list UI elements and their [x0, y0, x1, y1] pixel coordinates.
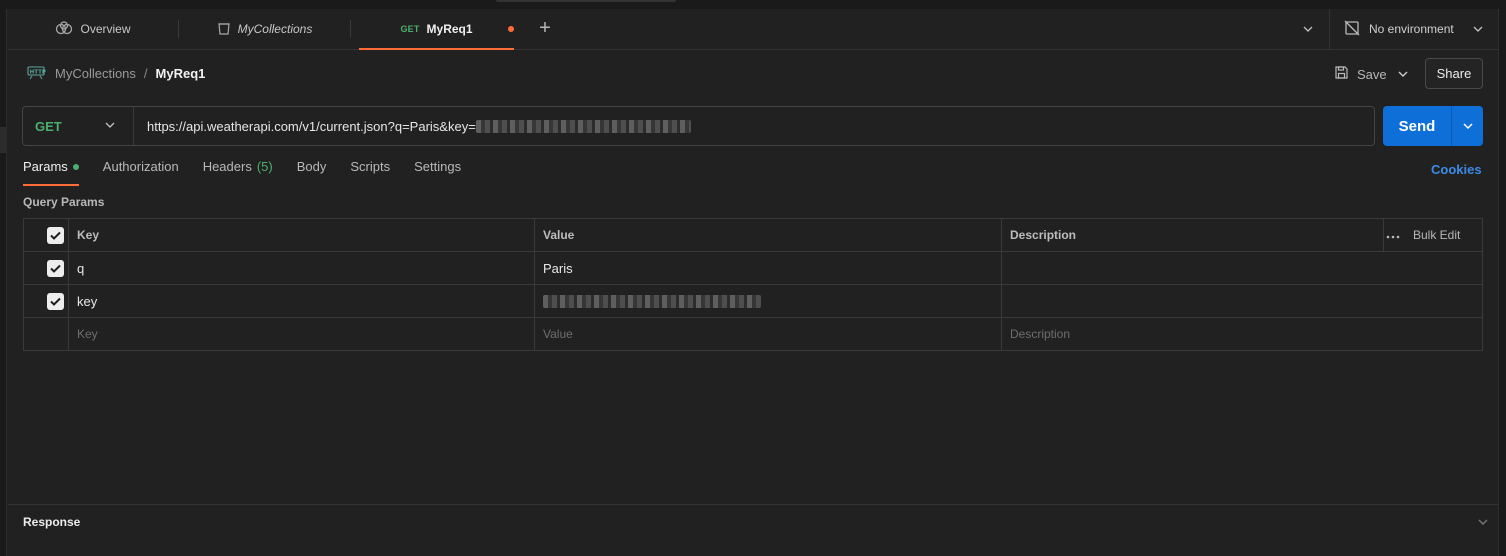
new-tab-plus-icon[interactable]: + — [535, 18, 555, 38]
save-button[interactable]: Save — [1334, 62, 1387, 86]
method-label: GET — [35, 118, 62, 134]
share-button[interactable]: Share — [1425, 58, 1483, 89]
environment-selector[interactable]: No environment — [1344, 9, 1454, 49]
cookies-link[interactable]: Cookies — [1431, 162, 1482, 177]
header-description: Description — [1010, 228, 1077, 242]
param-key[interactable]: key — [68, 285, 534, 317]
param-value[interactable]: Paris — [534, 252, 1001, 284]
tab-mycollections[interactable]: MyCollections — [179, 9, 350, 49]
table-row: key — [24, 285, 1482, 318]
tab-label: Overview — [80, 22, 131, 36]
tab-settings[interactable]: Settings — [414, 159, 461, 186]
chevron-down-icon[interactable] — [1300, 20, 1316, 38]
tab-method: GET — [400, 23, 420, 34]
tab-authorization[interactable]: Authorization — [103, 159, 179, 186]
tab-label: Authorization — [102, 159, 179, 174]
chevron-down-icon — [103, 118, 117, 135]
response-title: Response — [23, 515, 81, 529]
chevron-down-icon[interactable] — [1474, 514, 1492, 530]
breadcrumb-request[interactable]: MyReq1 — [156, 66, 206, 81]
tab-scripts[interactable]: Scripts — [350, 159, 390, 186]
tab-label: Headers — [202, 159, 252, 174]
request-tabs: Params Authorization Headers (5) Body Sc… — [23, 159, 461, 186]
tab-label: MyCollections — [237, 22, 313, 36]
tab-label: Settings — [414, 159, 462, 174]
env-divider — [1329, 9, 1330, 49]
overview-icon — [55, 20, 73, 38]
query-params-table: Key Value Description Bulk Edit q Paris … — [23, 218, 1483, 351]
key-placeholder[interactable]: Key — [68, 318, 534, 350]
table-row: q Paris — [24, 252, 1482, 285]
tab-myreq1[interactable]: GET MyReq1 — [359, 9, 514, 50]
headers-count: (5) — [256, 159, 273, 174]
svg-text:HTTP: HTTP — [30, 69, 46, 75]
url-text: https://api.weatherapi.com/v1/current.js… — [147, 118, 476, 134]
send-options-chevron-icon[interactable] — [1451, 106, 1483, 146]
save-label: Save — [1357, 66, 1387, 82]
tab-body[interactable]: Body — [297, 159, 327, 186]
param-value[interactable] — [534, 285, 1001, 317]
unsaved-dot-icon[interactable] — [508, 26, 514, 32]
params-indicator-dot-icon — [72, 164, 79, 170]
tab-overview[interactable]: Overview — [8, 9, 178, 49]
sidebar-marker — [0, 127, 7, 153]
tab-headers[interactable]: Headers (5) — [203, 159, 273, 186]
param-key[interactable]: q — [68, 252, 534, 284]
header-key: Key — [77, 228, 100, 242]
search-bar-edge[interactable] — [496, 0, 676, 2]
left-sidebar-edge — [0, 9, 7, 556]
tab-label: Params — [23, 159, 68, 174]
param-description[interactable] — [1001, 285, 1483, 317]
tab-bar: Overview MyCollections GET MyReq1 + No e… — [8, 9, 1498, 50]
tab-label: Scripts — [350, 159, 391, 174]
select-all-checkbox[interactable] — [47, 227, 64, 244]
bulk-edit-button[interactable]: Bulk Edit — [1413, 228, 1460, 242]
tab-divider — [350, 20, 351, 38]
http-icon: HTTP — [27, 63, 47, 84]
table-row-empty: Key Value Description — [24, 318, 1482, 351]
save-options-chevron-icon[interactable] — [1393, 63, 1413, 85]
breadcrumb-separator: / — [143, 65, 148, 81]
url-input[interactable]: https://api.weatherapi.com/v1/current.js… — [134, 119, 691, 134]
query-params-title: Query Params — [23, 195, 105, 209]
tab-params[interactable]: Params — [23, 159, 79, 186]
save-icon — [1334, 65, 1349, 83]
method-select[interactable]: GET — [23, 107, 134, 145]
value-placeholder[interactable]: Value — [534, 318, 1001, 350]
redacted-api-key — [543, 294, 761, 308]
send-button[interactable]: Send — [1383, 106, 1451, 146]
tab-label: Body — [296, 159, 327, 174]
bulk-edit-group: Bulk Edit — [1386, 219, 1460, 251]
header-value: Value — [543, 228, 575, 242]
collection-icon — [217, 21, 231, 38]
row-checkbox[interactable] — [47, 293, 64, 310]
breadcrumb: HTTP MyCollections / MyReq1 — [27, 62, 205, 84]
row-checkbox[interactable] — [47, 260, 64, 277]
response-panel[interactable]: Response — [8, 504, 1498, 556]
window-top-strip — [0, 0, 1506, 9]
no-environment-icon — [1344, 20, 1360, 39]
right-sidebar-edge — [1498, 9, 1506, 556]
environment-label: No environment — [1369, 22, 1454, 36]
description-placeholder[interactable]: Description — [1001, 318, 1483, 350]
more-options-icon[interactable] — [1386, 228, 1400, 242]
breadcrumb-collection[interactable]: MyCollections — [55, 66, 136, 81]
redacted-api-key — [475, 119, 691, 133]
url-bar: GET https://api.weatherapi.com/v1/curren… — [22, 106, 1375, 146]
table-header-row: Key Value Description Bulk Edit — [24, 219, 1482, 252]
tab-label: MyReq1 — [426, 21, 473, 36]
param-description[interactable] — [1001, 252, 1483, 284]
chevron-down-icon[interactable] — [1470, 20, 1486, 38]
